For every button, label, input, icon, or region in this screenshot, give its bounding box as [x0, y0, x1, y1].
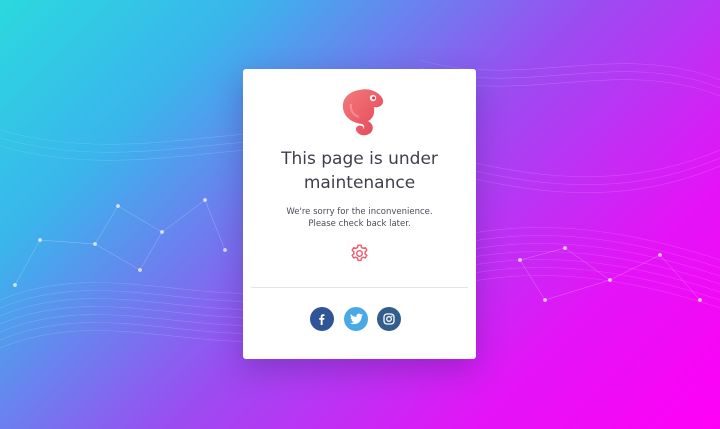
facebook-button[interactable]: [310, 307, 334, 331]
apology-message: We're sorry for the inconvenience. Pleas…: [243, 207, 476, 230]
apology-line-2: Please check back later.: [308, 218, 411, 229]
instagram-button[interactable]: [377, 307, 401, 331]
twitter-button[interactable]: [344, 307, 368, 331]
apology-line-1: We're sorry for the inconvenience.: [286, 207, 433, 217]
twitter-icon: [349, 313, 363, 325]
page-title-line-1: This page is under: [281, 149, 438, 169]
facebook-icon: [319, 314, 325, 325]
divider: [251, 287, 468, 288]
page-title-line-2: maintenance: [303, 173, 416, 193]
chameleon-logo-icon: [342, 89, 384, 136]
instagram-icon: [383, 313, 395, 325]
page-title: This page is under maintenance: [243, 147, 476, 195]
maintenance-card: This page is under maintenance We're sor…: [243, 69, 476, 359]
gear-icon: [351, 244, 368, 262]
